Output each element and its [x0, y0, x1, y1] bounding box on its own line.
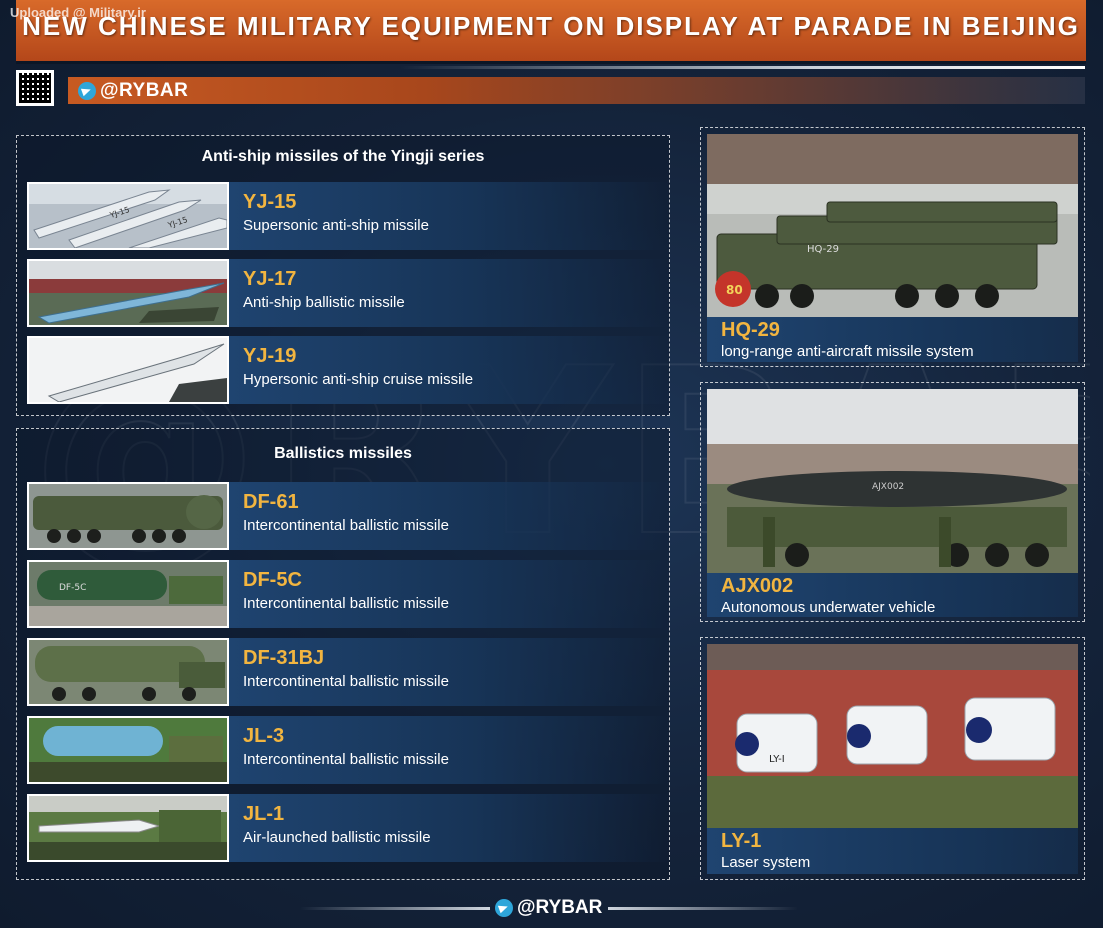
panel-title: Ballistics missiles — [274, 445, 412, 462]
item-description: Laser system — [721, 854, 811, 871]
item-description: Anti-ship ballistic missile — [243, 294, 405, 311]
item-code: DF-5C — [243, 569, 302, 591]
list-item[interactable]: DF-31BJ Intercontinental ballistic missi… — [27, 638, 670, 706]
df-5c-photo: DF-5C — [27, 560, 229, 628]
panel-yingji: Anti-ship missiles of the Yingji series … — [16, 135, 670, 416]
item-info: DF-5C Intercontinental ballistic missile — [229, 560, 670, 628]
item-code: JL-1 — [243, 803, 285, 825]
panel-hq-29[interactable]: HQ-29 80 HQ-29 long-range anti-aircraft … — [700, 127, 1085, 367]
ajx002-vehicle-label: AJX002 — [872, 482, 904, 492]
brand-handle[interactable]: @RYBAR — [78, 80, 188, 102]
hq-29-vehicle-label: HQ-29 — [807, 244, 839, 255]
item-code: DF-61 — [243, 491, 299, 513]
ly-1-vehicle-label: LY-I — [769, 754, 785, 765]
yj-15-photo: YJ-15 YJ-15 — [27, 182, 229, 250]
item-code: DF-31BJ — [243, 647, 325, 669]
title-bar: NEW CHINESE MILITARY EQUIPMENT ON DISPLA… — [16, 0, 1086, 64]
title-divider — [400, 66, 1085, 69]
item-code: AJX002 — [721, 575, 794, 597]
panel-ajx002[interactable]: AJX002 AJX002 Autonomous underwater vehi… — [700, 382, 1085, 622]
item-code: LY-1 — [721, 830, 762, 852]
item-info: AJX002 Autonomous underwater vehicle — [707, 573, 1078, 617]
qr-code-icon[interactable] — [16, 70, 54, 106]
list-item[interactable]: DF-61 Intercontinental ballistic missile — [27, 482, 670, 550]
item-info: YJ-17 Anti-ship ballistic missile — [229, 259, 670, 327]
footer-divider-left — [300, 907, 490, 910]
list-item[interactable]: YJ-15 YJ-15 YJ-15 Supersonic anti-ship m… — [27, 182, 670, 250]
item-description: Intercontinental ballistic missile — [243, 517, 449, 534]
item-code: YJ-19 — [243, 345, 297, 367]
item-description: Intercontinental ballistic missile — [243, 673, 449, 690]
brand-handle-text: @RYBAR — [100, 80, 189, 101]
ajx002-photo: AJX002 — [707, 389, 1078, 573]
item-code: JL-3 — [243, 725, 285, 747]
list-item[interactable]: DF-5C DF-5C Intercontinental ballistic m… — [27, 560, 670, 628]
panel-title: Anti-ship missiles of the Yingji series — [201, 148, 485, 165]
parade-80-badge: 80 — [726, 283, 743, 297]
item-code: HQ-29 — [721, 319, 780, 341]
panel-ballistic: Ballistics missiles DF-61 Intercontinent… — [16, 428, 670, 880]
brand-bar: @RYBAR — [68, 77, 1085, 104]
item-description: Supersonic anti-ship missile — [243, 217, 429, 234]
footer-divider-right — [608, 907, 798, 910]
hq-29-photo: HQ-29 80 — [707, 134, 1078, 317]
item-description: Intercontinental ballistic missile — [243, 751, 449, 768]
item-code: YJ-15 — [243, 191, 297, 213]
jl-1-photo — [27, 794, 229, 862]
item-description: Intercontinental ballistic missile — [243, 595, 449, 612]
item-code: YJ-17 — [243, 268, 297, 290]
item-info: YJ-19 Hypersonic anti-ship cruise missil… — [229, 336, 670, 404]
footer-handle-text: @RYBAR — [517, 897, 603, 918]
item-info: HQ-29 long-range anti-aircraft missile s… — [707, 317, 1078, 362]
telegram-icon — [78, 82, 96, 100]
df-61-photo — [27, 482, 229, 550]
yj-19-photo — [27, 336, 229, 404]
telegram-icon — [495, 899, 513, 917]
item-info: JL-1 Air-launched ballistic missile — [229, 794, 670, 862]
item-info: YJ-15 Supersonic anti-ship missile — [229, 182, 670, 250]
item-info: LY-1 Laser system — [707, 828, 1078, 874]
item-description: Autonomous underwater vehicle — [721, 599, 936, 616]
list-item[interactable]: JL-1 Air-launched ballistic missile — [27, 794, 670, 862]
page-title: NEW CHINESE MILITARY EQUIPMENT ON DISPLA… — [22, 11, 1080, 41]
list-item[interactable]: JL-3 Intercontinental ballistic missile — [27, 716, 670, 784]
jl-3-photo — [27, 716, 229, 784]
item-info: DF-61 Intercontinental ballistic missile — [229, 482, 670, 550]
df-31bj-photo — [27, 638, 229, 706]
item-info: JL-3 Intercontinental ballistic missile — [229, 716, 670, 784]
panel-ly-1[interactable]: LY-I LY-1 Laser system — [700, 637, 1085, 880]
uploaded-watermark: Uploaded @ Military.ir — [10, 5, 146, 20]
list-item[interactable]: YJ-19 Hypersonic anti-ship cruise missil… — [27, 336, 670, 404]
item-info: DF-31BJ Intercontinental ballistic missi… — [229, 638, 670, 706]
svg-text:DF-5C: DF-5C — [59, 583, 86, 593]
footer-handle[interactable]: @RYBAR — [495, 897, 602, 919]
list-item[interactable]: YJ-17 Anti-ship ballistic missile — [27, 259, 670, 327]
item-description: Air-launched ballistic missile — [243, 829, 431, 846]
item-description: Hypersonic anti-ship cruise missile — [243, 371, 474, 388]
ly-1-photo: LY-I — [707, 644, 1078, 828]
yj-17-photo — [27, 259, 229, 327]
item-description: long-range anti-aircraft missile system — [721, 343, 974, 360]
